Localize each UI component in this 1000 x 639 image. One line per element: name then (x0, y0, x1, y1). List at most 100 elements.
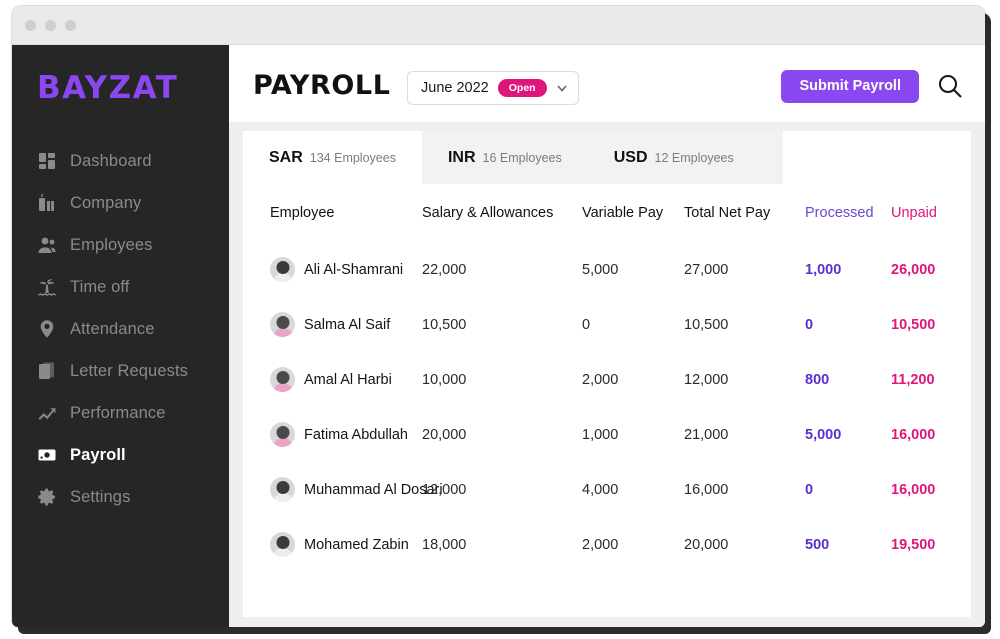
cell-total-net-pay: 27,000 (684, 261, 729, 278)
sidebar-item-settings[interactable]: Settings (12, 476, 229, 518)
cell-processed: 5,000 (805, 426, 842, 443)
avatar (270, 422, 295, 447)
sidebar-item-label: Payroll (70, 445, 126, 464)
cell-variable-pay: 4,000 (582, 481, 619, 498)
payroll-period-select[interactable]: June 2022 Open (407, 71, 579, 105)
cell-variable-pay: 2,000 (582, 371, 619, 388)
column-header-processed: Processed (805, 205, 874, 221)
table-header-row: Employee Salary & Allowances Variable Pa… (270, 184, 971, 242)
screen: BAYZAT Dashboard Company Employees Time off… (0, 0, 1000, 639)
cell-unpaid: 11,200 (891, 371, 935, 388)
sidebar-item-label: Letter Requests (70, 361, 188, 380)
cell-processed: 0 (805, 316, 814, 333)
cell-unpaid: 26,000 (891, 261, 936, 278)
sidebar-nav: Dashboard Company Employees Time off Attenda… (12, 140, 229, 518)
payroll-card: SAR 134 Employees INR 16 Employees USD 12 Emp… (243, 131, 971, 617)
cell-unpaid: 19,500 (891, 536, 936, 553)
tab-inr[interactable]: INR 16 Employees (422, 131, 588, 184)
cell-unpaid: 16,000 (891, 426, 936, 443)
sidebar-item-payroll[interactable]: Payroll (12, 434, 229, 476)
cell-salary: 10,000 (422, 371, 467, 388)
maximize-button-icon[interactable] (65, 20, 76, 31)
sidebar-item-label: Attendance (70, 319, 155, 338)
cell-salary: 18,000 (422, 536, 467, 553)
tab-employee-count: 12 Employees (654, 150, 734, 165)
dashboard-icon (37, 151, 57, 171)
sidebar-item-label: Employees (70, 235, 153, 254)
cell-salary: 10,500 (422, 316, 467, 333)
sidebar-item-letter-requests[interactable]: Letter Requests (12, 350, 229, 392)
currency-tabs: SAR 134 Employees INR 16 Employees USD 12 Emp… (243, 131, 783, 184)
avatar (270, 257, 295, 282)
period-label: June 2022 (421, 80, 489, 96)
status-badge: Open (497, 78, 547, 98)
avatar (270, 532, 295, 557)
document-icon (37, 361, 57, 381)
people-icon (37, 235, 57, 255)
app-logo: BAYZAT (37, 70, 179, 106)
cell-unpaid: 16,000 (891, 481, 936, 498)
column-header-variable-pay: Variable Pay (582, 205, 664, 221)
sidebar-item-company[interactable]: Company (12, 182, 229, 224)
avatar (270, 312, 295, 337)
sidebar-item-performance[interactable]: Performance (12, 392, 229, 434)
sidebar-item-label: Company (70, 193, 142, 212)
close-button-icon[interactable] (25, 20, 36, 31)
cell-total-net-pay: 21,000 (684, 426, 729, 443)
palm-tree-icon (37, 277, 57, 297)
chevron-down-icon (556, 82, 568, 94)
cell-salary: 20,000 (422, 426, 467, 443)
column-header-unpaid: Unpaid (891, 205, 937, 221)
cell-unpaid: 10,500 (891, 316, 936, 333)
sidebar-item-attendance[interactable]: Attendance (12, 308, 229, 350)
tab-currency-code: USD (613, 148, 648, 166)
sidebar-item-employees[interactable]: Employees (12, 224, 229, 266)
table-row[interactable]: Muhammad Al Dosari 12,000 4,000 16,000 0 16,0… (270, 462, 971, 517)
cell-variable-pay: 5,000 (582, 261, 619, 278)
building-icon (37, 193, 57, 213)
sidebar-item-time-off[interactable]: Time off (12, 266, 229, 308)
submit-payroll-button[interactable]: Submit Payroll (781, 70, 919, 103)
content-panel: SAR 134 Employees INR 16 Employees USD 12 Emp… (229, 122, 985, 627)
sidebar-item-label: Settings (70, 487, 131, 506)
minimize-button-icon[interactable] (45, 20, 56, 31)
sidebar-item-label: Time off (70, 277, 130, 296)
sidebar-item-label: Dashboard (70, 151, 152, 170)
cell-total-net-pay: 20,000 (684, 536, 729, 553)
page-title: PAYROLL (253, 70, 391, 101)
money-card-icon (37, 445, 57, 465)
avatar (270, 367, 295, 392)
tab-usd[interactable]: USD 12 Employees (588, 131, 760, 184)
tab-employee-count: 134 Employees (309, 150, 396, 165)
cell-variable-pay: 1,000 (582, 426, 619, 443)
cell-processed: 500 (805, 536, 830, 553)
tab-sar[interactable]: SAR 134 Employees (243, 131, 422, 184)
main-content: PAYROLL June 2022 Open Submit Payroll SA… (229, 45, 985, 627)
column-header-total-net-pay: Total Net Pay (684, 205, 771, 221)
table-body: Ali Al-Shamrani 22,000 5,000 27,000 1,000 26,… (270, 242, 971, 572)
cell-variable-pay: 0 (582, 316, 591, 333)
cell-salary: 22,000 (422, 261, 467, 278)
employee-name: Mohamed Zabin (304, 536, 409, 553)
employee-name: Salma Al Saif (304, 316, 391, 333)
employee-name: Amal Al Harbi (304, 371, 392, 388)
payroll-table: Employee Salary & Allowances Variable Pa… (243, 184, 971, 572)
map-pin-icon (37, 319, 57, 339)
column-header-salary: Salary & Allowances (422, 205, 554, 221)
table-row[interactable]: Salma Al Saif 10,500 0 10,500 0 10,500 (270, 297, 971, 352)
tab-employee-count: 16 Employees (482, 150, 562, 165)
table-row[interactable]: Amal Al Harbi 10,000 2,000 12,000 800 11,200 (270, 352, 971, 407)
app-window: BAYZAT Dashboard Company Employees Time off… (12, 6, 985, 627)
table-row[interactable]: Ali Al-Shamrani 22,000 5,000 27,000 1,000 26,… (270, 242, 971, 297)
table-row[interactable]: Fatima Abdullah 20,000 1,000 21,000 5,000 16,… (270, 407, 971, 462)
sidebar-item-dashboard[interactable]: Dashboard (12, 140, 229, 182)
page-header: PAYROLL June 2022 Open Submit Payroll (229, 45, 985, 122)
search-icon[interactable] (935, 71, 965, 101)
tab-currency-code: INR (447, 148, 476, 166)
table-row[interactable]: Mohamed Zabin 18,000 2,000 20,000 500 19,500 (270, 517, 971, 572)
sidebar: BAYZAT Dashboard Company Employees Time off… (12, 45, 229, 627)
cell-processed: 800 (805, 371, 830, 388)
cell-total-net-pay: 16,000 (684, 481, 729, 498)
tab-currency-code: SAR (269, 148, 303, 166)
cell-variable-pay: 2,000 (582, 536, 619, 553)
